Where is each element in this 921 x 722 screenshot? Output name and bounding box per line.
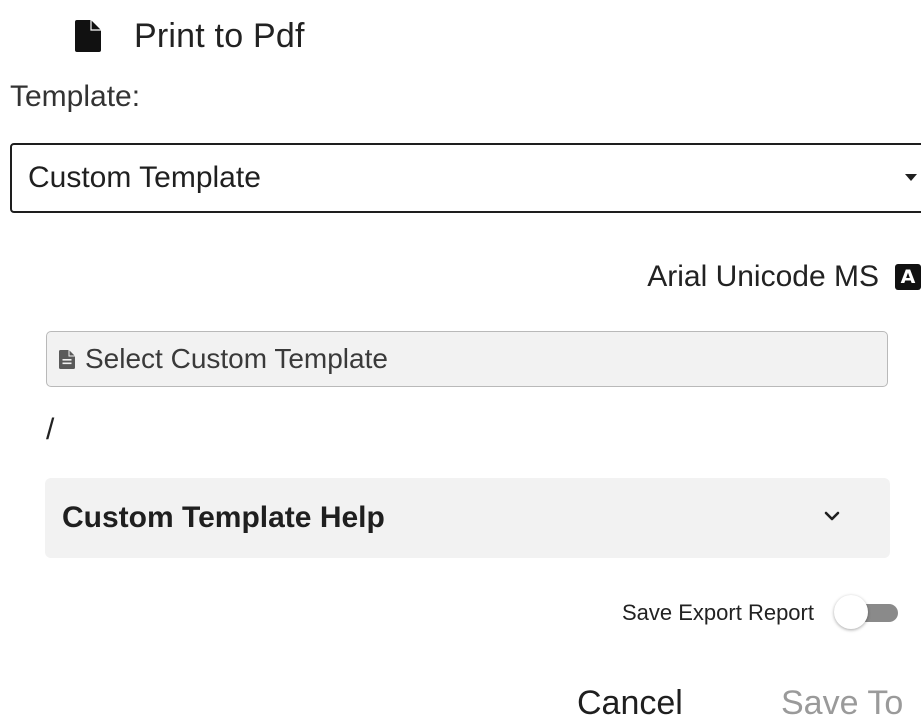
help-title: Custom Template Help: [62, 501, 385, 534]
font-icon[interactable]: A: [895, 264, 921, 290]
template-label: Template:: [10, 80, 141, 113]
template-select[interactable]: Custom Template: [10, 143, 921, 213]
save-to-button[interactable]: Save To: [781, 684, 903, 722]
chevron-down-icon: [824, 510, 840, 522]
select-custom-template-button[interactable]: Select Custom Template: [46, 331, 888, 387]
file-icon: [59, 349, 75, 369]
caret-down-icon: [905, 174, 917, 181]
print-to-pdf-dialog: Print to Pdf Template: Custom Template A…: [0, 0, 921, 722]
dialog-header: Print to Pdf: [75, 14, 305, 58]
dialog-title: Print to Pdf: [134, 16, 305, 55]
custom-template-help-expander[interactable]: Custom Template Help: [45, 478, 890, 558]
cancel-button[interactable]: Cancel: [577, 684, 683, 722]
save-export-report-label: Save Export Report: [622, 600, 814, 625]
font-name: Arial Unicode MS: [647, 260, 879, 293]
save-export-report-toggle[interactable]: [833, 595, 898, 631]
toggle-thumb: [833, 595, 868, 629]
select-custom-template-label: Select Custom Template: [85, 343, 388, 374]
template-select-value: Custom Template: [28, 161, 261, 194]
font-selector[interactable]: Arial Unicode MS A: [647, 255, 921, 299]
save-export-report-row: Save Export Report: [622, 595, 898, 631]
document-icon: [75, 20, 101, 52]
template-path: /: [46, 413, 55, 446]
